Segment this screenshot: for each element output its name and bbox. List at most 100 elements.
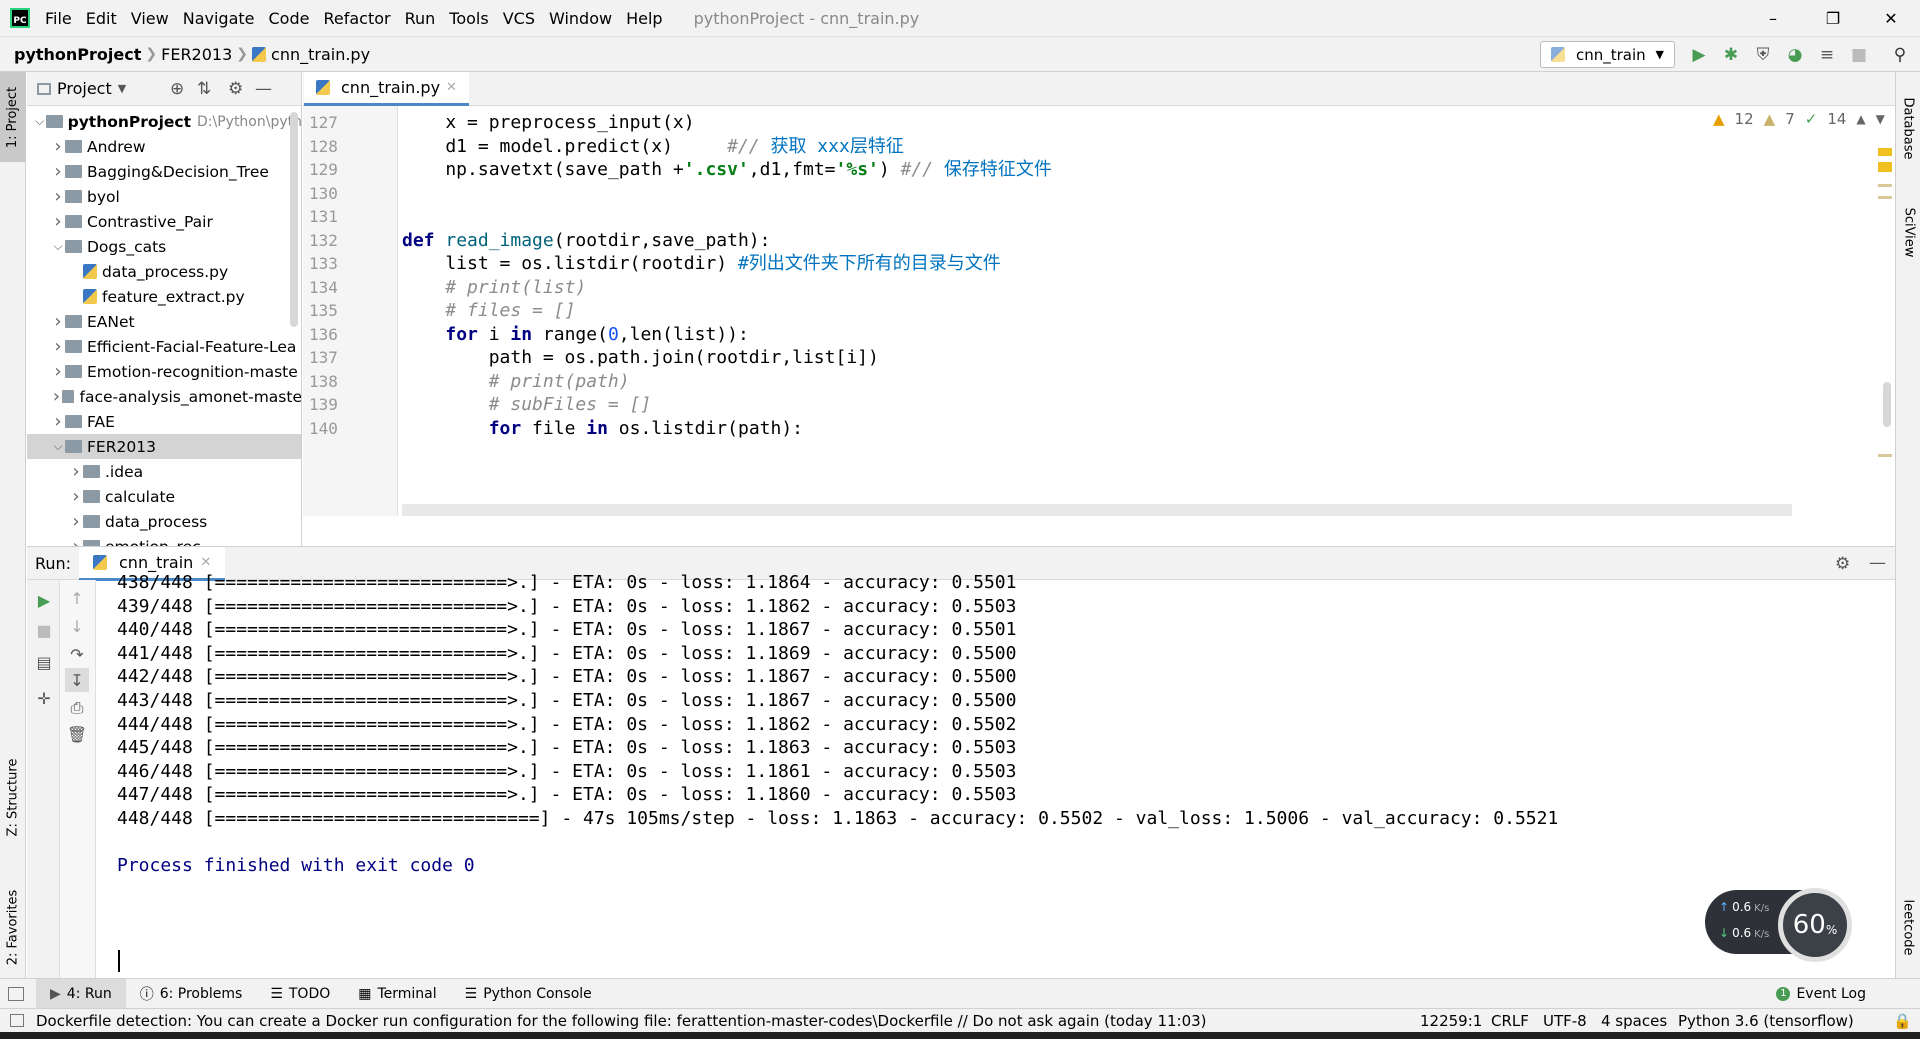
gear-icon[interactable]: ⚙ [228, 79, 243, 99]
layout-icon[interactable]: ▤ [32, 650, 56, 674]
chevron-right-icon[interactable]: › [51, 211, 65, 232]
error-stripe-mark[interactable] [1878, 454, 1892, 457]
menu-help[interactable]: Help [619, 9, 669, 28]
chevron-right-icon[interactable]: › [51, 136, 65, 157]
tool-tab-terminal[interactable]: ▦ Terminal [344, 986, 450, 1002]
trash-icon[interactable]: 🗑 [65, 722, 89, 746]
line-separator[interactable]: CRLF [1491, 1012, 1529, 1030]
tree-item-folder[interactable]: › Bagging&Decision_Tree [27, 159, 301, 184]
menu-navigate[interactable]: Navigate [176, 9, 262, 28]
tool-tab-run[interactable]: ▶ 4: Run [36, 978, 126, 1009]
chevron-down-icon[interactable]: ⌵ [51, 439, 65, 454]
breadcrumb-file[interactable]: cnn_train.py [271, 45, 374, 64]
tool-tab-structure[interactable]: Z: Structure [0, 732, 26, 862]
tool-tab-database[interactable]: Database [1896, 78, 1920, 178]
error-stripe-mark[interactable] [1878, 184, 1892, 187]
tree-item-folder[interactable]: › .idea [27, 459, 301, 484]
next-highlight-icon[interactable]: ▼ [1876, 112, 1885, 126]
rerun-icon[interactable]: ▶ [32, 588, 56, 612]
tool-tab-todo[interactable]: ☰ TODO [256, 986, 344, 1002]
restore-button[interactable]: ❐ [1808, 0, 1858, 36]
editor-horizontal-scrollbar[interactable] [402, 504, 1792, 516]
breadcrumb-project[interactable]: pythonProject [0, 45, 145, 64]
chevron-right-icon[interactable]: › [51, 336, 65, 357]
event-log-button[interactable]: 1 Event Log [1762, 986, 1880, 1002]
up-arrow-icon[interactable]: ↑ [65, 586, 89, 610]
collapse-all-icon[interactable]: ⇅ [197, 79, 211, 99]
menu-vcs[interactable]: VCS [496, 9, 542, 28]
tree-item-folder[interactable]: ⌵ FER2013 [27, 434, 301, 459]
chevron-down-icon[interactable]: ⌵ [51, 239, 65, 254]
tool-tab-favorites[interactable]: 2: Favorites [0, 872, 26, 982]
tree-item-folder[interactable]: › Contrastive_Pair [27, 209, 301, 234]
search-icon[interactable]: ⚲ [1888, 43, 1912, 67]
code-line[interactable]: np.savetxt(save_path +'.csv',d1,fmt='%s'… [402, 155, 1052, 184]
tree-item-file[interactable]: data_process.py [27, 259, 301, 284]
tree-item-folder[interactable]: › Emotion-recognition-maste [27, 359, 301, 384]
chevron-right-icon[interactable]: › [51, 161, 65, 182]
profile-icon[interactable]: ◕ [1783, 43, 1807, 67]
run-icon[interactable]: ▶ [1687, 43, 1711, 67]
tree-item-folder[interactable]: › FAE [27, 409, 301, 434]
soft-wrap-icon[interactable]: ↷ [65, 642, 89, 666]
menu-tools[interactable]: Tools [442, 9, 495, 28]
tool-tab-problems[interactable]: ⓘ 6: Problems [126, 984, 257, 1004]
lock-icon[interactable]: 🔒 [1893, 1012, 1912, 1030]
chevron-down-icon[interactable]: ⌵ [33, 114, 46, 129]
chevron-right-icon[interactable]: › [51, 386, 62, 407]
menu-file[interactable]: File [38, 9, 79, 28]
tool-tab-python-console[interactable]: ☰ Python Console [451, 986, 606, 1002]
file-encoding[interactable]: UTF-8 [1543, 1012, 1587, 1030]
error-stripe-mark[interactable] [1878, 196, 1892, 199]
menu-code[interactable]: Code [262, 9, 317, 28]
minimize-button[interactable]: – [1748, 0, 1798, 36]
chevron-right-icon[interactable]: › [51, 361, 65, 382]
gear-icon[interactable]: ⚙ [1835, 554, 1850, 574]
tree-item-folder[interactable]: ⌵ pythonProject D:\Python\pyth [27, 109, 301, 134]
tree-item-folder[interactable]: › Andrew [27, 134, 301, 159]
tool-tab-project[interactable]: 1: Project [0, 72, 26, 162]
chevron-right-icon[interactable]: › [69, 486, 83, 507]
hide-icon[interactable]: — [1869, 553, 1886, 573]
concurrency-icon[interactable]: ≡ [1815, 43, 1839, 67]
tree-item-folder[interactable]: › data_process [27, 509, 301, 534]
tool-tab-sciview[interactable]: SciView [1896, 182, 1920, 282]
previous-highlight-icon[interactable]: ▲ [1856, 112, 1865, 126]
coverage-icon[interactable]: ⛨ [1751, 43, 1775, 67]
chevron-right-icon[interactable]: › [51, 411, 65, 432]
down-arrow-icon[interactable]: ↓ [65, 614, 89, 638]
chevron-right-icon[interactable]: › [51, 186, 65, 207]
menu-window[interactable]: Window [542, 9, 619, 28]
close-tab-icon[interactable]: ✕ [446, 80, 457, 95]
project-scrollbar[interactable] [290, 112, 298, 327]
tree-item-folder[interactable]: ⌵ Dogs_cats [27, 234, 301, 259]
pin-icon[interactable]: ✛ [32, 686, 56, 710]
status-message[interactable]: Dockerfile detection: You can create a D… [36, 1012, 1207, 1030]
tree-item-folder[interactable]: › Efficient-Facial-Feature-Lea [27, 334, 301, 359]
print-icon[interactable]: ⎙ [65, 696, 89, 720]
scroll-to-end-icon[interactable]: ↧ [65, 668, 89, 692]
run-config-select[interactable]: cnn_train ▼ [1540, 41, 1675, 68]
tree-item-folder[interactable]: › emotion_rec [27, 534, 301, 546]
chevron-right-icon[interactable]: › [69, 536, 83, 546]
editor-vertical-scrollbar[interactable] [1883, 382, 1891, 427]
status-toggle-icon[interactable] [10, 1014, 24, 1027]
menu-run[interactable]: Run [398, 9, 443, 28]
chevron-right-icon[interactable]: › [51, 311, 65, 332]
chevron-down-icon[interactable]: ▼ [118, 82, 126, 95]
menu-view[interactable]: View [124, 9, 176, 28]
layout-toggle-icon[interactable] [8, 986, 24, 1001]
tree-item-folder[interactable]: › face-analysis_amonet-maste [27, 384, 301, 409]
indent-setting[interactable]: 4 spaces [1601, 1012, 1667, 1030]
tree-item-folder[interactable]: › calculate [27, 484, 301, 509]
stop-icon[interactable]: ■ [1847, 43, 1871, 67]
error-stripe-mark[interactable] [1878, 162, 1892, 172]
chevron-right-icon[interactable]: › [69, 461, 83, 482]
cursor-position[interactable]: 12259:1 [1420, 1012, 1482, 1030]
tool-tab-leetcode[interactable]: leetcode [1896, 882, 1920, 972]
menu-refactor[interactable]: Refactor [316, 9, 397, 28]
tree-item-folder[interactable]: › byol [27, 184, 301, 209]
code-line[interactable]: for file in os.listdir(path): [402, 414, 803, 443]
usage-gauge[interactable]: 60% [1778, 888, 1852, 962]
project-view-select[interactable]: Project [57, 79, 112, 98]
